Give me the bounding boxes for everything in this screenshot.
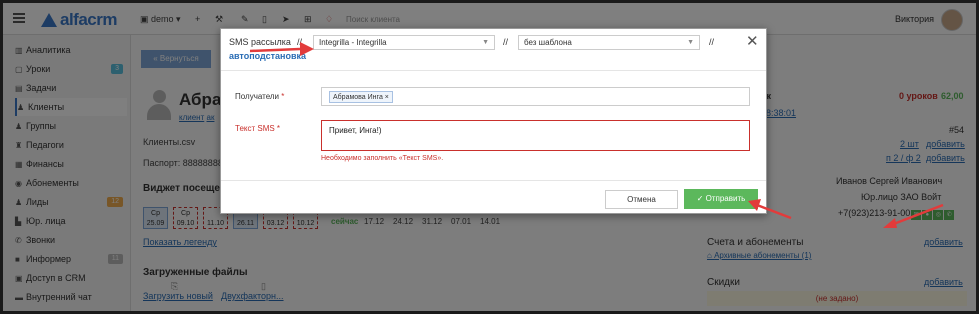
error-message: Необходимо заполнить «Текст SMS». <box>321 155 444 162</box>
annotation-arrow <box>249 42 314 56</box>
chevron-down-icon: ▼ <box>687 39 694 46</box>
app-frame: alfacrm ▣ demo ▾ + ⚒ ✎ ▯ ➤ ⊞ ♢ Поиск кли… <box>0 0 979 314</box>
separator: // <box>709 37 715 47</box>
recipients-field[interactable]: Абрамова Инга × <box>321 87 750 106</box>
recipients-label: Получатели * <box>235 92 285 101</box>
annotation-arrow <box>748 199 792 220</box>
recipient-tag[interactable]: Абрамова Инга × <box>329 91 393 103</box>
close-icon[interactable]: ✕ <box>746 32 759 50</box>
annotation-arrow <box>883 203 944 228</box>
separator: // <box>503 37 509 47</box>
modal-footer: Отмена ✓ Отправить <box>221 180 766 214</box>
sms-text-field[interactable]: Привет, Инга!) <box>321 120 750 151</box>
chevron-down-icon: ▼ <box>482 39 489 46</box>
sender-select[interactable]: Integrilla - Integrilla ▼ <box>313 35 495 50</box>
sms-text-label: Текст SMS * <box>235 124 281 133</box>
template-select[interactable]: без шаблона ▼ <box>518 35 700 50</box>
cancel-button[interactable]: Отмена <box>605 190 678 209</box>
